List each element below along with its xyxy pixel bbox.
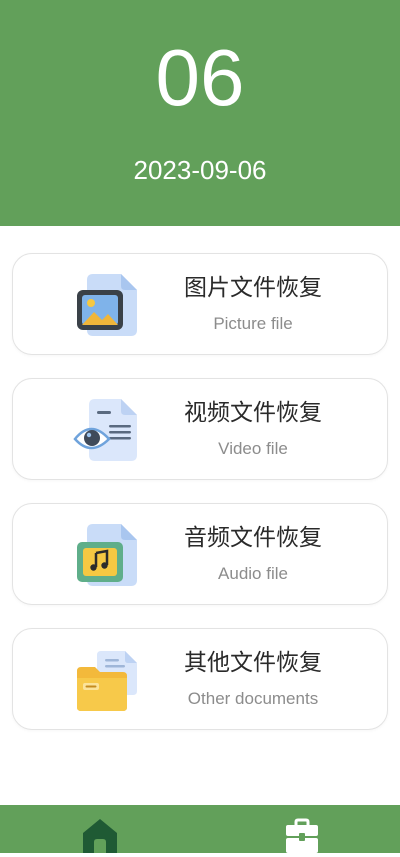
card-title: 图片文件恢复: [184, 275, 322, 301]
card-title: 音频文件恢复: [184, 525, 322, 551]
current-date: 2023-09-06: [133, 155, 267, 185]
day-number: 06: [155, 33, 245, 122]
audio-recovery-card[interactable]: 音频文件恢复 Audio file: [12, 503, 388, 605]
card-subtitle: Video file: [218, 439, 288, 458]
home-icon: [83, 819, 117, 853]
picture-recovery-card[interactable]: 图片文件恢复 Picture file: [12, 253, 388, 355]
video-recovery-card[interactable]: 视频文件恢复 Video file: [12, 378, 388, 480]
card-subtitle: Other documents: [187, 689, 319, 708]
card-title: 视频文件恢复: [184, 400, 322, 426]
header-banner: 06 2023-09-06: [0, 0, 400, 226]
card-subtitle: Audio file: [218, 564, 288, 583]
video-file-icon: [73, 399, 137, 461]
toolbox-icon: [286, 818, 318, 853]
card-title: 其他文件恢复: [184, 650, 322, 676]
folder-file-icon: [77, 651, 137, 711]
bottom-navigation: [0, 805, 400, 853]
nav-home[interactable]: [80, 815, 120, 853]
card-subtitle: Picture file: [213, 314, 293, 333]
picture-file-icon: [77, 274, 137, 336]
other-documents-recovery-card[interactable]: 其他文件恢复 Other documents: [12, 628, 388, 730]
audio-file-icon: [77, 524, 137, 586]
nav-toolbox[interactable]: [282, 815, 322, 853]
